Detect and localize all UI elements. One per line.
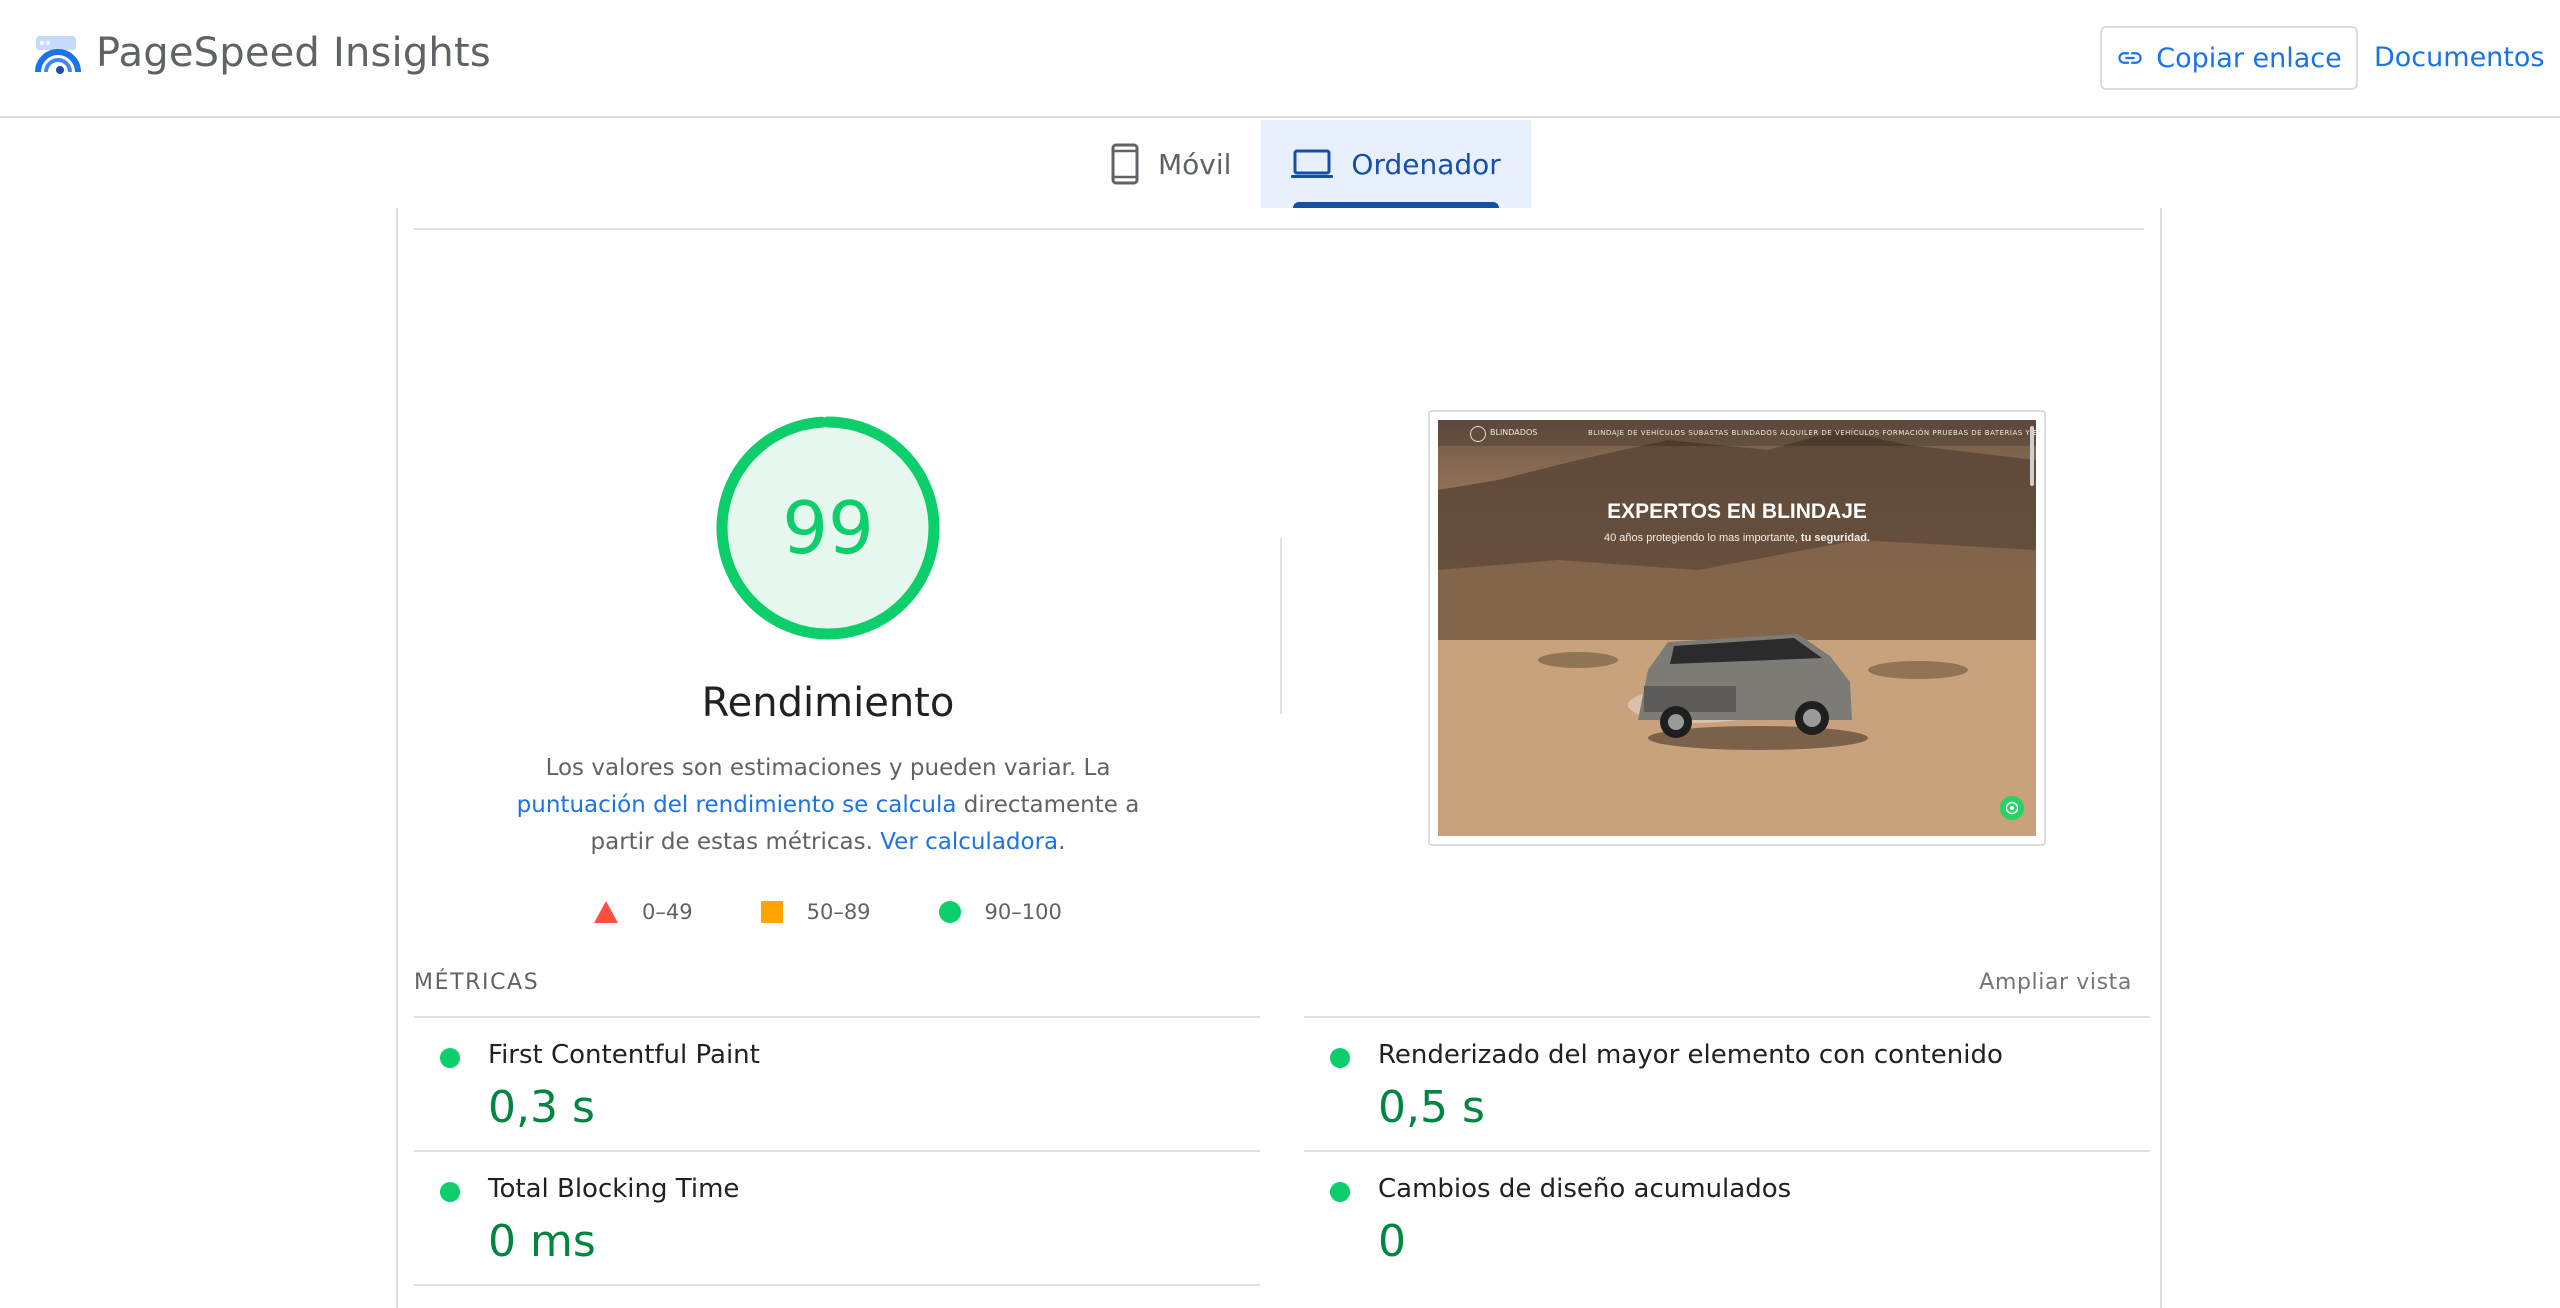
tab-desktop-label: Ordenador [1351, 147, 1501, 181]
metric-tbt: Total Blocking Time 0 ms [414, 1150, 1260, 1284]
final-screenshot: BLINDADOS BLINDAJE DE VEHÍCULOS SUBASTAS… [1438, 420, 2036, 836]
hero-sub-bold: tu seguridad. [1800, 532, 1870, 544]
category-title: Rendimiento [701, 680, 955, 726]
metric-name: First Contentful Paint [488, 1040, 760, 1070]
report-panel: 99 Rendimiento Los valores son estimacio… [396, 208, 2162, 1308]
fail-triangle-icon [594, 901, 618, 923]
legend-range-pass: 90–100 [984, 900, 1062, 924]
hero-title: EXPERTOS EN BLINDAJE [1607, 500, 1867, 523]
legend-range-fail: 0–49 [642, 900, 693, 924]
metric-lcp: Renderizado del mayor elemento con conte… [1304, 1016, 2150, 1150]
metric-value: 0,5 s [1378, 1082, 1485, 1133]
hero-subtitle: 40 años protegiendo lo mas importante, t… [1438, 532, 2036, 544]
hero-sub-text: 40 años protegiendo lo mas importante, [1604, 532, 1801, 544]
average-square-icon [760, 901, 783, 923]
desc-suffix: . [1058, 829, 1066, 855]
legend-range-average: 50–89 [806, 900, 871, 924]
performance-score: 99 [782, 486, 874, 570]
desc-prefix: Los valores son estimaciones y pueden va… [545, 755, 1111, 781]
site-brand: BLINDADOS [1490, 428, 1538, 437]
pass-circle-icon [440, 1048, 460, 1068]
desert-scene-image [1438, 430, 2036, 836]
metrics-header: MÉTRICAS [414, 970, 540, 995]
score-description: Los valores son estimaciones y pueden va… [493, 750, 1163, 861]
final-screenshot-frame[interactable]: BLINDADOS BLINDAJE DE VEHÍCULOS SUBASTAS… [1428, 410, 2046, 846]
laptop-icon [1291, 149, 1334, 178]
whatsapp-icon [2000, 796, 2024, 820]
panel-divider [414, 228, 2144, 230]
tab-mobile[interactable]: Móvil [1080, 120, 1261, 208]
site-nav-links: BLINDAJE DE VEHÍCULOS SUBASTAS BLINDADOS… [1588, 429, 2036, 437]
metric-name: Cambios de diseño acumulados [1378, 1174, 1792, 1204]
docs-link[interactable]: Documentos [2374, 42, 2544, 73]
legend-item-pass: 90–100 [938, 900, 1062, 924]
score-calc-link[interactable]: puntuación del rendimiento se calcula [517, 792, 957, 818]
tab-desktop[interactable]: Ordenador [1261, 120, 1531, 208]
metric-cls: Cambios de diseño acumulados 0 [1304, 1150, 2150, 1284]
metric-value: 0 ms [488, 1216, 596, 1267]
device-tabs: Móvil Ordenador [1080, 120, 1531, 208]
copy-link-button[interactable]: Copiar enlace [2100, 26, 2358, 90]
legend-item-average: 50–89 [760, 900, 871, 924]
pass-circle-icon [1330, 1182, 1350, 1202]
expand-view-toggle[interactable]: Ampliar vista [1979, 970, 2132, 995]
copy-link-label: Copiar enlace [2156, 42, 2342, 74]
app-title: PageSpeed Insights [96, 30, 491, 76]
screenshot-scrollbar [2030, 426, 2034, 486]
screenshot-nav: BLINDADOS BLINDAJE DE VEHÍCULOS SUBASTAS… [1438, 420, 2036, 446]
metric-value: 0,3 s [488, 1082, 595, 1133]
top-app-bar: PageSpeed Insights Copiar enlace Documen… [0, 0, 2560, 118]
metric-value: 0 [1378, 1216, 1406, 1267]
link-icon [2118, 52, 2142, 64]
tab-mobile-label: Móvil [1158, 147, 1232, 181]
metric-fcp: First Contentful Paint 0,3 s [414, 1016, 1260, 1150]
smartphone-icon [1111, 143, 1139, 185]
legend-item-fail: 0–49 [594, 900, 693, 924]
site-logo-icon [1470, 426, 1486, 442]
pass-circle-icon [440, 1182, 460, 1202]
pagespeed-logo-icon[interactable] [34, 32, 82, 80]
metrics-bottom-divider [414, 1284, 1260, 1286]
pass-circle-icon [1330, 1048, 1350, 1068]
pass-circle-icon [938, 901, 961, 923]
vertical-divider [1280, 538, 1282, 714]
score-legend: 0–49 50–89 90–100 [594, 900, 1130, 924]
metric-name: Renderizado del mayor elemento con conte… [1378, 1040, 2003, 1070]
metric-name: Total Blocking Time [488, 1174, 740, 1204]
calculator-link[interactable]: Ver calculadora [880, 829, 1058, 855]
